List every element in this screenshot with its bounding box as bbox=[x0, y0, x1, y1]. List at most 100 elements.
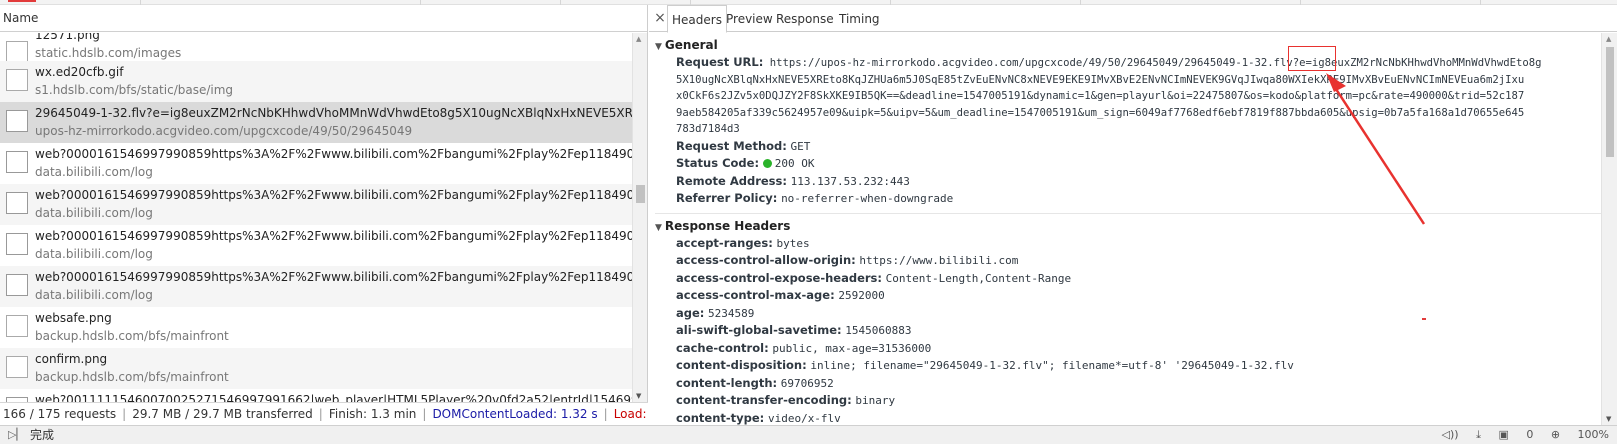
status-text: 完成 bbox=[30, 428, 55, 442]
status-code-row: Status Code: 200 OK bbox=[655, 155, 1601, 173]
response-header-row: access-control-max-age: 2592000 bbox=[655, 287, 1601, 305]
status-code-value: 200 OK bbox=[774, 157, 815, 170]
request-row[interactable]: web?000016154699799085​9https%3A%2F%2Fww… bbox=[0, 266, 632, 307]
header-key: content-disposition: bbox=[676, 358, 807, 372]
header-value: https://www.bilibili.com bbox=[859, 254, 1019, 267]
request-host: data.bilibili.com/log bbox=[35, 288, 153, 302]
header-value: public, max-age=31536000 bbox=[772, 341, 932, 355]
request-row[interactable]: 12571.png static.hdslb.com/images bbox=[0, 33, 632, 61]
file-icon bbox=[6, 110, 28, 132]
browser-status-bar: ▷▏ 完成 ◁)) ⤓ ▣ 0 ⊕ 100% bbox=[0, 425, 1617, 444]
tab-headers[interactable]: Headers bbox=[667, 5, 727, 33]
response-headers-section-toggle[interactable]: ▼ Response Headers bbox=[655, 218, 1601, 235]
response-header-row: content-transfer-encoding: binary bbox=[655, 392, 1601, 410]
speaker-icon[interactable]: ◁)) bbox=[1442, 428, 1459, 441]
scroll-up-icon[interactable]: ▲ bbox=[636, 35, 641, 43]
tab-timing[interactable]: Timing bbox=[835, 5, 884, 32]
tab-preview[interactable]: Preview bbox=[722, 5, 777, 32]
header-key: access-control-expose-headers: bbox=[676, 270, 883, 285]
tab-response[interactable]: Response bbox=[772, 5, 838, 32]
referrer-policy-label: Referrer Policy: bbox=[676, 191, 778, 205]
request-url-line: 783d7184d3 bbox=[676, 123, 740, 135]
close-icon[interactable]: × bbox=[653, 10, 667, 26]
scrollbar-thumb[interactable] bbox=[636, 185, 645, 203]
request-row[interactable]: web?000016154699799085​9https%3A%2F%2Fww… bbox=[0, 184, 632, 225]
request-row[interactable]: 29645049-1-32.flv?e=ig8euxZM2rNcNbKHhwdV… bbox=[0, 102, 632, 143]
details-tab-bar: × Headers Preview Response Timing bbox=[649, 5, 1617, 33]
adblock-icon[interactable]: ▣ 0 bbox=[1498, 428, 1533, 441]
triangle-down-icon: ▼ bbox=[655, 42, 662, 52]
header-key: access-control-allow-origin: bbox=[676, 253, 856, 267]
zoom-level: 100% bbox=[1577, 428, 1609, 441]
response-header-row: content-type: video/x-flv bbox=[655, 410, 1601, 426]
annotation-highlight-box bbox=[1288, 46, 1336, 71]
header-value: bytes bbox=[776, 236, 810, 250]
image-icon bbox=[6, 41, 28, 61]
scroll-down-icon[interactable]: ▼ bbox=[1606, 415, 1611, 423]
request-row[interactable]: web?000016154699799085​9https%3A%2F%2Fww… bbox=[0, 225, 632, 266]
request-host: backup.hdslb.com/bfs/mainfront bbox=[35, 370, 229, 384]
network-summary-bar: 166 / 175 requests | 29.7 MB / 29.7 MB tra… bbox=[0, 402, 648, 425]
header-key: ali-swift-global-savetime: bbox=[676, 323, 842, 337]
section-divider bbox=[655, 208, 1601, 214]
request-list-scrollbar[interactable]: ▲ ▼ bbox=[632, 33, 647, 402]
status-ok-icon bbox=[762, 159, 772, 168]
file-icon bbox=[6, 151, 28, 173]
general-section-title: General bbox=[664, 38, 718, 52]
request-row[interactable]: web?00111115460070025271546997991662|web… bbox=[0, 389, 632, 402]
request-count: 166 / 175 requests bbox=[3, 407, 117, 421]
request-name: web?00111115460070025271546997991662|web… bbox=[35, 393, 632, 402]
request-url-row: Request URL: https://upos-hz-mirrorkodo.… bbox=[655, 54, 1601, 138]
header-key: accept-ranges: bbox=[676, 235, 773, 250]
request-host: s1.hdslb.com/bfs/static/base/img bbox=[35, 83, 234, 97]
details-scrollbar[interactable]: ▲ ▼ bbox=[1601, 33, 1617, 425]
header-value: 5234589 bbox=[708, 306, 755, 320]
header-key: content-transfer-encoding: bbox=[676, 393, 852, 407]
download-icon[interactable]: ⤓ bbox=[1476, 428, 1481, 441]
request-rows: 12571.png static.hdslb.com/images wx.ed20c… bbox=[0, 33, 632, 402]
request-row[interactable]: wx.ed20cfb.gif s1.hdslb.com/bfs/static/ba… bbox=[0, 61, 632, 102]
request-url-label: Request URL: bbox=[676, 55, 764, 69]
header-key: content-length: bbox=[676, 375, 778, 390]
scroll-down-icon[interactable]: ▼ bbox=[636, 392, 641, 400]
request-url-line: 9aeb584205af339c5624957e09&uipk=5&uipv=5… bbox=[676, 106, 1525, 119]
response-header-row: access-control-allow-origin: https://www… bbox=[655, 252, 1601, 270]
network-request-list: Name 12571.png static.hdslb.com/images wx.… bbox=[0, 5, 648, 402]
headers-content: ▼ General Request URL: https://upos-hz-mi… bbox=[649, 33, 1601, 425]
remote-address-row: Remote Address: 113.137.53.232:443 bbox=[655, 173, 1601, 191]
response-header-row: ali-swift-global-savetime: 1545060883 bbox=[655, 322, 1601, 340]
file-icon bbox=[6, 192, 28, 214]
remote-address-value: 113.137.53.232:443 bbox=[790, 174, 910, 188]
request-name: 12571.png bbox=[35, 33, 100, 42]
scrollbar-thumb[interactable] bbox=[1606, 47, 1614, 157]
play-icon[interactable]: ▷▏ bbox=[8, 426, 25, 444]
tab-indicator bbox=[8, 0, 36, 2]
name-column-header[interactable]: Name bbox=[0, 5, 647, 32]
header-value: Content-Length,Content-Range bbox=[885, 271, 1072, 285]
request-row[interactable]: confirm.png backup.hdslb.com/bfs/mainfron… bbox=[0, 348, 632, 389]
request-name: wx.ed20cfb.gif bbox=[35, 65, 124, 79]
request-name: confirm.png bbox=[35, 352, 108, 366]
image-icon bbox=[6, 69, 28, 91]
request-host: backup.hdslb.com/bfs/mainfront bbox=[35, 329, 229, 343]
request-row[interactable]: web?000016154699799085​9https%3A%2F%2Fww… bbox=[0, 143, 632, 184]
request-name: web?000016154699799085​9https%3A%2F%2Fww… bbox=[35, 270, 632, 284]
request-row[interactable]: websafe.png backup.hdslb.com/bfs/mainfron… bbox=[0, 307, 632, 348]
adblock-count: 0 bbox=[1526, 428, 1534, 441]
header-value: 2592000 bbox=[838, 289, 885, 302]
annotation-dot bbox=[1422, 318, 1426, 320]
scroll-up-icon[interactable]: ▲ bbox=[1606, 35, 1611, 43]
dom-content-loaded-time: DOMContentLoaded: 1.32 s bbox=[432, 407, 598, 421]
header-key: cache-control: bbox=[676, 340, 769, 355]
status-code-label: Status Code: bbox=[676, 156, 760, 170]
image-icon bbox=[6, 356, 28, 378]
file-icon bbox=[6, 233, 28, 255]
zoom-icon[interactable]: ⊕ 100% bbox=[1551, 428, 1609, 441]
triangle-down-icon: ▼ bbox=[655, 222, 662, 233]
header-value: 69706952 bbox=[780, 376, 834, 390]
general-section-toggle[interactable]: ▼ General bbox=[655, 37, 1601, 54]
request-host: data.bilibili.com/log bbox=[35, 165, 153, 179]
request-host: data.bilibili.com/log bbox=[35, 206, 153, 220]
referrer-policy-row: Referrer Policy: no-referrer-when-downgr… bbox=[655, 190, 1601, 208]
request-url-line: https://upos-hz-mirrorkodo.acgvideo.com/… bbox=[769, 57, 1542, 69]
